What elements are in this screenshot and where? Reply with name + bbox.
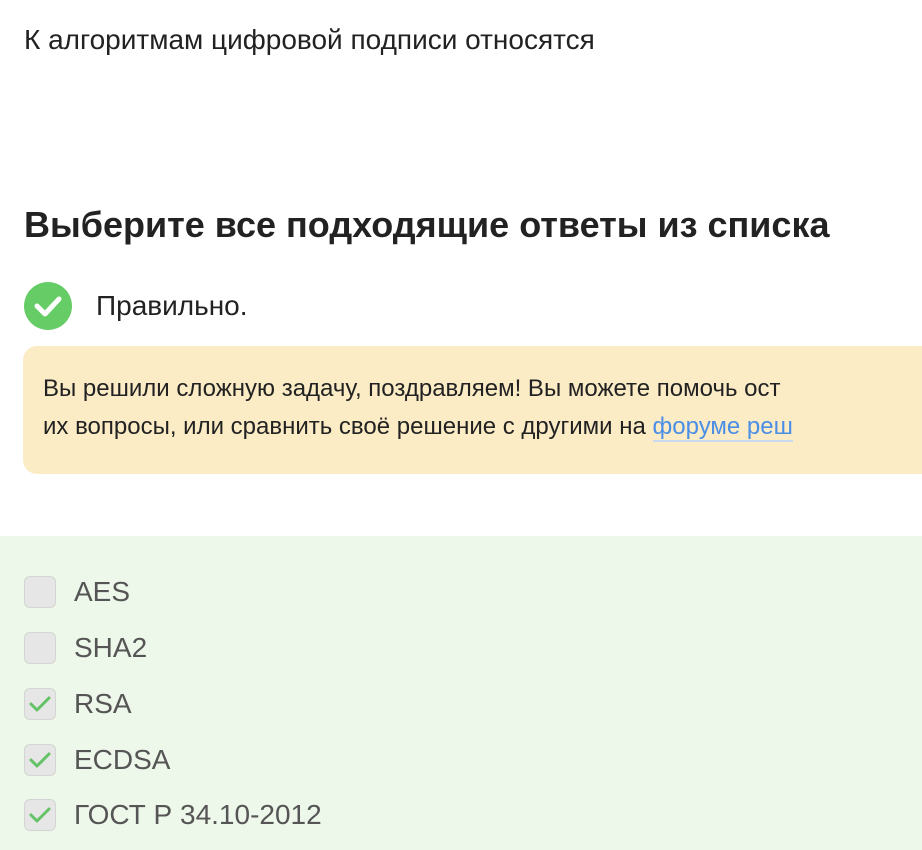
checkbox-checked[interactable] [24,688,56,720]
solutions-forum-link[interactable]: форуме реш [652,413,793,442]
checkbox-unchecked[interactable] [24,576,56,608]
hint-line-1: Вы решили сложную задачу, поздравляем! В… [43,375,781,402]
option-label: AES [74,576,131,607]
hint-line-2: их вопросы, или сравнить своё решение с … [43,408,922,446]
checkmark-icon [29,752,51,768]
check-circle-icon [24,282,72,330]
question-text: К алгоритмам цифровой подписи относятся [24,24,595,55]
option-label: RSA [74,688,132,719]
option-label: ECDSA [74,744,171,775]
status-text: Правильно. [96,290,248,321]
option-aes[interactable]: AES [24,575,130,609]
checkmark-icon [29,807,51,823]
option-gost[interactable]: ГОСТ Р 34.10-2012 [24,798,322,832]
hint-line-2-text: их вопросы, или сравнить своё решение с … [43,413,653,440]
correct-status: Правильно. [24,282,248,330]
checkbox-unchecked[interactable] [24,632,56,664]
quiz-page: К алгоритмам цифровой подписи относятся … [0,0,922,850]
instructions-heading: Выберите все подходящие ответы из списка [24,204,830,245]
success-hint: Вы решили сложную задачу, поздравляем! В… [23,346,922,474]
checkmark-icon [29,696,51,712]
checkbox-checked[interactable] [24,799,56,831]
option-sha2[interactable]: SHA2 [24,631,147,665]
checkbox-checked[interactable] [24,744,56,776]
answer-options: AES SHA2 RSA ECDSA ГОСТ Р 34.10-2012 [0,536,922,850]
option-label: ГОСТ Р 34.10-2012 [74,799,322,830]
option-rsa[interactable]: RSA [24,687,132,721]
option-ecdsa[interactable]: ECDSA [24,743,170,777]
option-label: SHA2 [74,632,148,663]
